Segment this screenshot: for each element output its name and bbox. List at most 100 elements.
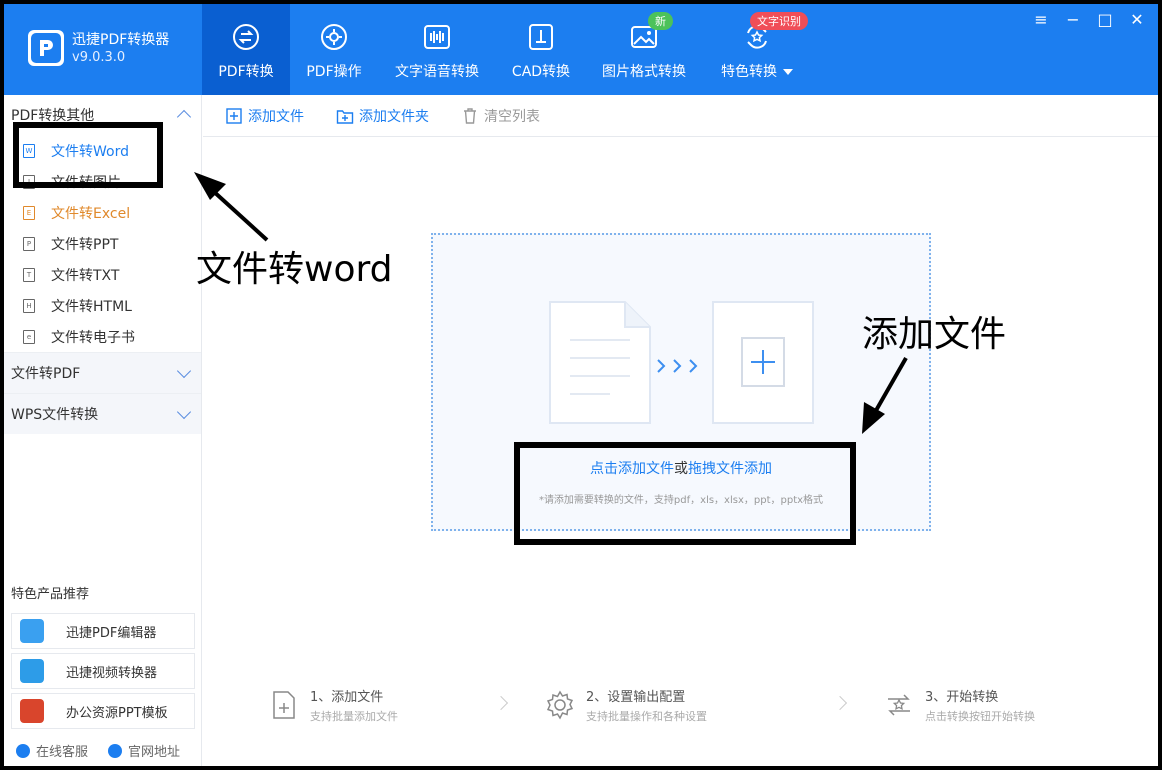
tab-special-convert[interactable]: 特色转换 文字识别: [702, 4, 812, 95]
tab-label: PDF操作: [306, 64, 362, 80]
ppt-template-icon: [20, 699, 44, 723]
clear-list-button[interactable]: 清空列表: [461, 106, 540, 126]
annotation-add-file-label: 添加文件: [862, 314, 1007, 355]
drag-add-file-link[interactable]: 拖拽文件添加: [688, 461, 772, 477]
section-label: WPS文件转换: [11, 407, 99, 423]
add-folder-icon: [336, 109, 354, 124]
chevron-up-icon: [176, 109, 192, 125]
recommend-label: 迅捷视频转换器: [66, 665, 158, 681]
dropdown-caret-icon: [783, 69, 793, 75]
sidebar-item-to-excel[interactable]: E 文件转Excel: [4, 197, 201, 228]
pdf-operate-icon: [321, 24, 347, 50]
app-version: v9.0.3.0: [72, 50, 126, 65]
sidebar-footer: 在线客服 官网地址: [16, 741, 180, 760]
add-folder-button[interactable]: 添加文件夹: [336, 106, 429, 126]
tab-image-format[interactable]: 图片格式转换 新: [586, 4, 702, 95]
pdf-convert-icon: [233, 24, 259, 50]
sidebar-item-to-html[interactable]: H 文件转HTML: [4, 290, 201, 321]
tab-pdf-operate[interactable]: PDF操作: [290, 4, 378, 95]
app-window: 迅捷PDF转换器 v9.0.3.0 PDF转换 PDF操作 文字语音转换 CAD…: [4, 4, 1158, 766]
drop-illustration: [549, 301, 814, 424]
file-html-icon: H: [23, 298, 35, 313]
file-drop-zone[interactable]: 点击添加文件或拖拽文件添加 *请添加需要转换的文件，支持pdf，xls，xlsx…: [431, 233, 931, 531]
menu-icon[interactable]: ≡: [1032, 10, 1050, 29]
section-label: 文件转PDF: [11, 366, 81, 382]
step-start-convert: 3、开始转换点击转换按钮开始转换: [883, 686, 1035, 724]
section-label: PDF转换其他: [11, 108, 95, 124]
maximize-icon[interactable]: □: [1096, 10, 1114, 29]
link-label: 官网地址: [128, 745, 181, 760]
tab-pdf-convert[interactable]: PDF转换: [202, 4, 290, 95]
sidebar-item-label: 文件转Word: [51, 143, 129, 160]
drop-zone-hint: *请添加需要转换的文件，支持pdf，xls，xlsx，ppt，pptx格式: [538, 495, 824, 506]
recommend-label: 迅捷PDF编辑器: [66, 625, 157, 641]
arrows-icon: [657, 359, 698, 373]
ocr-badge: 文字识别: [750, 12, 808, 30]
main-tabs: PDF转换 PDF操作 文字语音转换 CAD转换 图片格式转换 新 特色转换 文…: [202, 4, 812, 95]
app-logo-icon: [28, 30, 64, 66]
file-ppt-icon: P: [23, 236, 35, 251]
file-excel-icon: E: [23, 205, 35, 220]
new-badge: 新: [648, 12, 673, 30]
sidebar: PDF转换其他 W 文件转Word I 文件转图片 E 文件转Excel P 文件转PP…: [4, 95, 202, 766]
tab-label: PDF转换: [218, 64, 274, 80]
button-label: 添加文件夹: [359, 108, 429, 125]
sidebar-item-label: 文件转Excel: [51, 205, 131, 222]
file-txt-icon: T: [23, 267, 35, 282]
sidebar-item-label: 文件转HTML: [51, 298, 132, 315]
chevron-right-icon: [832, 695, 848, 711]
steps-bar: 1、添加文件支持批量添加文件 2、设置输出配置 支持批量操作和各种设置 3、开始转…: [203, 686, 1158, 736]
gear-icon: [546, 690, 574, 720]
link-label: 在线客服: [36, 745, 89, 760]
sidebar-item-to-word[interactable]: W 文件转Word: [4, 135, 201, 166]
official-site-link[interactable]: 官网地址: [108, 741, 180, 760]
sidebar-item-label: 文件转图片: [51, 174, 121, 191]
window-controls: ≡ − □ ✕: [1032, 10, 1146, 29]
video-converter-icon: [20, 659, 44, 683]
step-title: 2、设置输出配置: [586, 690, 686, 705]
file-ebook-icon: e: [23, 329, 35, 344]
sidebar-item-label: 文件转TXT: [51, 267, 120, 284]
file-image-icon: I: [23, 174, 35, 189]
section-wps-convert[interactable]: WPS文件转换: [4, 394, 201, 434]
button-label: 清空列表: [484, 108, 540, 125]
step-title: 3、开始转换: [925, 690, 999, 705]
step-output-settings: 2、设置输出配置 支持批量操作和各种设置: [544, 686, 707, 724]
step-desc: 支持批量添加文件: [310, 710, 398, 723]
recommend-video-converter[interactable]: 迅捷视频转换器: [11, 653, 195, 689]
recommend-ppt-template[interactable]: 办公资源PPT模板: [11, 693, 195, 729]
tab-cad[interactable]: CAD转换: [496, 4, 586, 95]
close-icon[interactable]: ✕: [1128, 10, 1146, 29]
online-service-link[interactable]: 在线客服: [16, 741, 88, 760]
annotation-word-label: 文件转word: [196, 249, 393, 290]
tab-label: 特色转换: [721, 61, 793, 81]
click-add-file-link[interactable]: 点击添加文件: [590, 461, 674, 477]
minimize-icon[interactable]: −: [1064, 10, 1082, 29]
section-pdf-convert-other[interactable]: PDF转换其他: [4, 95, 201, 135]
recommend-pdf-editor[interactable]: 迅捷PDF编辑器: [11, 613, 195, 649]
recommend-title: 特色产品推荐: [11, 587, 90, 602]
chevron-right-icon: [493, 695, 509, 711]
tab-text-speech[interactable]: 文字语音转换: [378, 4, 496, 95]
drop-zone-actions: 点击添加文件或拖拽文件添加: [433, 458, 929, 478]
tab-label: 图片格式转换: [602, 64, 686, 80]
toolbar: 添加文件 添加文件夹 清空列表: [203, 95, 1158, 137]
add-file-icon: [226, 107, 242, 124]
sidebar-item-label: 文件转PPT: [51, 236, 119, 253]
audio-wave-icon: [424, 25, 450, 49]
tab-label: CAD转换: [511, 64, 571, 80]
sidebar-item-to-image[interactable]: I 文件转图片: [4, 166, 201, 197]
sidebar-item-to-ebook[interactable]: e 文件转电子书: [4, 321, 201, 352]
pdf-editor-icon: [20, 619, 44, 643]
cad-icon: [529, 24, 553, 50]
step-title: 1、添加文件: [310, 690, 384, 705]
sidebar-item-to-txt[interactable]: T 文件转TXT: [4, 259, 201, 290]
add-file-button[interactable]: 添加文件: [225, 106, 304, 126]
button-label: 添加文件: [248, 108, 304, 125]
add-plus-icon: [712, 301, 814, 424]
convert-star-icon: [888, 694, 910, 716]
section-file-to-pdf[interactable]: 文件转PDF: [4, 353, 201, 393]
or-text: 或: [674, 461, 688, 477]
sidebar-item-to-ppt[interactable]: P 文件转PPT: [4, 228, 201, 259]
step-desc: 点击转换按钮开始转换: [925, 710, 1035, 723]
